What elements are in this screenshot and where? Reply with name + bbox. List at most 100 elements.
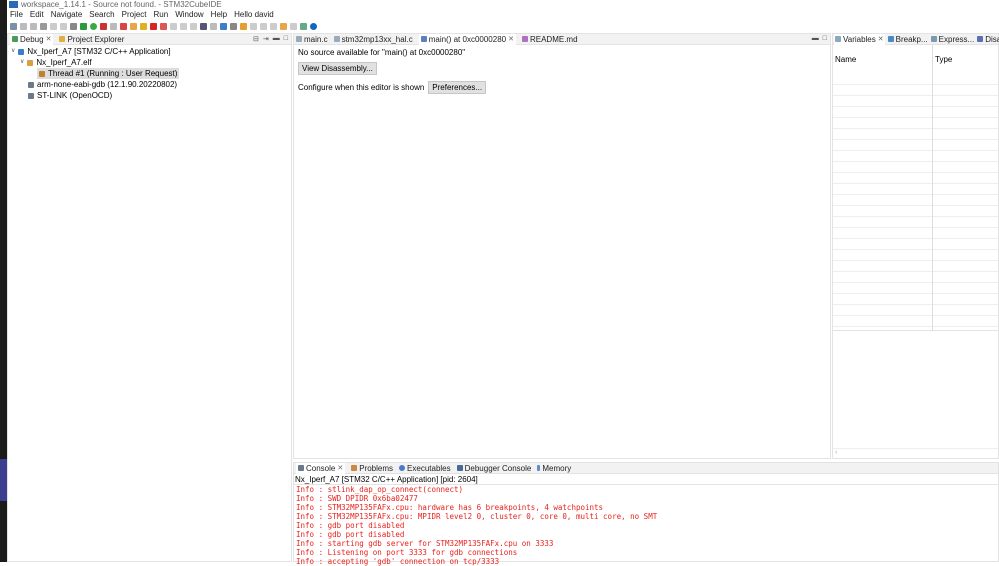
run-icon[interactable] (90, 22, 97, 30)
suspend-icon[interactable] (140, 22, 147, 30)
collapse-icon[interactable]: ⊟ (253, 35, 259, 43)
menu-project[interactable]: Project (122, 10, 147, 19)
resume-icon[interactable] (130, 22, 137, 30)
maximize-icon[interactable]: □ (823, 35, 827, 42)
tab-label: README.md (529, 34, 578, 44)
taskbar-highlight (0, 459, 7, 501)
tab-debugger-console[interactable]: Debugger Console (456, 464, 531, 473)
save-icon[interactable] (20, 22, 27, 30)
view-disassembly-button[interactable]: View Disassembly... (298, 62, 377, 75)
tab-hal-c[interactable]: stm32mp13xx_hal.c (333, 35, 413, 44)
menu-search[interactable]: Search (89, 10, 114, 19)
info-icon[interactable] (310, 22, 317, 30)
external-tools-icon[interactable] (100, 22, 107, 30)
breakpoints-icon (887, 36, 894, 42)
window-title: workspace_1.14.1 - Source not found. - S… (21, 0, 222, 9)
preferences-button[interactable]: Preferences... (428, 81, 487, 94)
tab-expressions[interactable]: Express... (930, 35, 974, 44)
tab-disassembly[interactable]: Disa (977, 35, 999, 44)
connect-icon[interactable] (120, 22, 127, 30)
markdown-icon (521, 36, 528, 42)
tab-console[interactable]: Console ✕ (296, 462, 346, 474)
console-tabs: Console ✕ Problems Executables Debugger C… (294, 462, 998, 474)
new-icon[interactable] (10, 22, 17, 30)
build-icon[interactable] (70, 22, 77, 30)
step-over-icon[interactable] (180, 22, 187, 30)
column-name[interactable]: Name (833, 45, 933, 74)
tool-icon[interactable] (230, 22, 237, 30)
tab-memory[interactable]: Memory (537, 464, 571, 473)
skip-breakpoints-icon[interactable] (110, 22, 117, 30)
close-icon[interactable]: ✕ (508, 35, 514, 43)
redo-icon[interactable] (60, 22, 67, 30)
next-annotation-icon[interactable] (250, 22, 257, 30)
stlink-icon (28, 92, 34, 99)
tree-label: arm-none-eabi-gdb (12.1.90.20220802) (37, 80, 178, 89)
tab-project-explorer[interactable]: Project Explorer (59, 35, 124, 44)
back-icon[interactable] (270, 22, 277, 30)
column-type[interactable]: Type (933, 55, 952, 64)
debugger-console-icon (456, 465, 463, 471)
horizontal-scrollbar[interactable]: ‹ (833, 448, 998, 456)
perspective-icon[interactable] (220, 22, 227, 30)
console-output[interactable]: Info : stlink_dap_op_connect(connect) In… (294, 485, 998, 566)
tree-label: ST-LINK (OpenOCD) (37, 91, 113, 100)
menu-run[interactable]: Run (154, 10, 169, 19)
tab-readme[interactable]: README.md (521, 34, 578, 44)
close-icon[interactable]: ✕ (46, 35, 52, 43)
tab-breakpoints[interactable]: Breakp... (887, 34, 928, 44)
tree-item-gdb[interactable]: arm-none-eabi-gdb (12.1.90.20220802) (8, 79, 291, 90)
tab-label: Breakp... (895, 34, 928, 44)
problems-icon (351, 465, 358, 471)
debug-tree: ∨ Nx_Iperf_A7 [STM32 C/C++ Application] ∨… (8, 45, 291, 101)
pin-icon[interactable] (240, 22, 247, 30)
tab-main-address[interactable]: main() at 0xc0000280 ✕ (418, 33, 516, 45)
forward-icon[interactable] (280, 22, 287, 30)
print-icon[interactable] (40, 22, 47, 30)
debug-view: Debug ✕ Project Explorer ⊟ ⇥ ▬ □ ∨ Nx_Iperf_A… (7, 33, 292, 562)
right-tabs: Variables✕ Breakp... Express... Disa (833, 33, 999, 45)
tree-item-app[interactable]: ∨ Nx_Iperf_A7 [STM32 C/C++ Application] (8, 46, 291, 57)
tree-item-elf[interactable]: ∨ Nx_Iperf_A7.elf (8, 57, 291, 68)
terminate-icon[interactable] (150, 22, 157, 30)
close-icon[interactable]: ✕ (878, 35, 884, 43)
menu-user[interactable]: Hello david (234, 10, 274, 19)
configure-label: Configure when this editor is shown (298, 83, 425, 92)
disconnect-icon[interactable] (160, 22, 167, 30)
save-all-icon[interactable] (30, 22, 37, 30)
step-into-icon[interactable] (170, 22, 177, 30)
editor-area: main.c stm32mp13xx_hal.c main() at 0xc00… (293, 33, 831, 459)
close-icon[interactable]: ✕ (337, 464, 343, 472)
console-line: Info : SWD DPIDR 0x6ba02477 (296, 494, 418, 503)
menu-window[interactable]: Window (175, 10, 203, 19)
instruction-step-icon[interactable] (200, 22, 207, 30)
editor-content: No source available for "main() at 0xc00… (294, 45, 830, 97)
nav-icon[interactable] (290, 22, 297, 30)
undo-icon[interactable] (50, 22, 57, 30)
maximize-icon[interactable]: □ (284, 35, 288, 43)
menu-navigate[interactable]: Navigate (51, 10, 83, 19)
menu-bar: File Edit Navigate Search Project Run Wi… (7, 9, 999, 20)
tab-executables[interactable]: Executables (399, 464, 451, 473)
tree-item-stlink[interactable]: ST-LINK (OpenOCD) (8, 90, 291, 101)
step-filter-icon[interactable]: ⇥ (263, 35, 269, 43)
menu-help[interactable]: Help (211, 10, 227, 19)
menu-edit[interactable]: Edit (30, 10, 44, 19)
chevron-down-icon[interactable]: ∨ (11, 46, 15, 57)
chevron-down-icon[interactable]: ∨ (20, 57, 24, 68)
restart-icon[interactable] (210, 22, 217, 30)
step-return-icon[interactable] (190, 22, 197, 30)
open-perspective-icon[interactable] (300, 22, 307, 30)
minimize-icon[interactable]: ▬ (812, 35, 819, 42)
prev-annotation-icon[interactable] (260, 22, 267, 30)
debug-run-icon[interactable] (80, 22, 87, 30)
tree-item-thread[interactable]: Thread #1 (Running : User Request) (8, 68, 291, 79)
tab-debug[interactable]: Debug ✕ (10, 33, 54, 45)
minimize-icon[interactable]: ▬ (273, 35, 280, 43)
tab-label: main.c (304, 34, 328, 44)
tab-variables[interactable]: Variables ✕ (834, 33, 885, 45)
menu-file[interactable]: File (10, 10, 23, 19)
tab-problems[interactable]: Problems (351, 464, 393, 473)
no-source-message: No source available for "main() at 0xc00… (298, 48, 466, 57)
tab-main-c[interactable]: main.c (296, 35, 328, 44)
